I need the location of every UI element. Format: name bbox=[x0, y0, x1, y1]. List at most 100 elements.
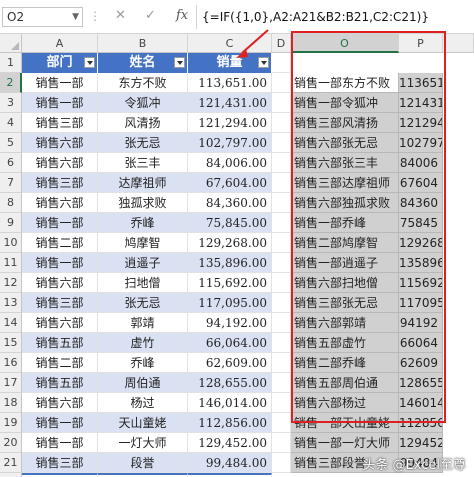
result-key-cell[interactable]: 销售六部张无忌 bbox=[291, 133, 399, 153]
sales-cell[interactable]: 115,692.00 bbox=[188, 273, 272, 293]
empty-cell[interactable] bbox=[272, 373, 291, 393]
result-key-cell[interactable]: 销售一部逍遥子 bbox=[291, 253, 399, 273]
row-header-11[interactable]: 11 bbox=[0, 253, 22, 273]
sales-cell[interactable]: 146,014.00 bbox=[188, 393, 272, 413]
department-cell[interactable]: 销售三部 bbox=[22, 453, 98, 473]
sales-cell[interactable]: 99,484.00 bbox=[188, 453, 272, 473]
result-key-cell[interactable]: 销售一部东方不败 bbox=[291, 73, 399, 93]
result-value-cell[interactable]: 84360 bbox=[399, 193, 443, 213]
row-header-16[interactable]: 16 bbox=[0, 353, 22, 373]
name-cell[interactable]: 段誉 bbox=[98, 453, 188, 473]
spreadsheet-grid[interactable]: ABCDOP1234567891011121314151617181920212… bbox=[0, 34, 474, 477]
result-value-cell[interactable]: 129452 bbox=[399, 433, 443, 453]
table-header-sales[interactable]: 销量 bbox=[188, 53, 272, 73]
result-value-cell[interactable]: 121431 bbox=[399, 93, 443, 113]
empty-cell[interactable] bbox=[272, 113, 291, 133]
name-cell[interactable]: 乔峰 bbox=[98, 213, 188, 233]
empty-cell[interactable] bbox=[272, 53, 291, 73]
result-value-cell[interactable]: 66064 bbox=[399, 333, 443, 353]
empty-cell[interactable] bbox=[272, 353, 291, 373]
sales-cell[interactable]: 84,006.00 bbox=[188, 153, 272, 173]
department-cell[interactable]: 销售一部 bbox=[22, 413, 98, 433]
empty-cell[interactable] bbox=[272, 213, 291, 233]
insert-function-button[interactable]: fx bbox=[176, 8, 188, 23]
sales-cell[interactable]: 84,360.00 bbox=[188, 193, 272, 213]
result-value-cell[interactable]: 113651 bbox=[399, 73, 443, 93]
row-header-2[interactable]: 2 bbox=[0, 73, 22, 93]
result-value-cell[interactable]: 94192 bbox=[399, 313, 443, 333]
department-cell[interactable]: 销售三部 bbox=[22, 173, 98, 193]
sales-cell[interactable]: 112,856.00 bbox=[188, 413, 272, 433]
empty-cell[interactable] bbox=[272, 133, 291, 153]
result-key-cell[interactable]: 销售三部达摩祖师 bbox=[291, 173, 399, 193]
sales-cell[interactable]: 75,845.00 bbox=[188, 213, 272, 233]
department-cell[interactable]: 销售六部 bbox=[22, 393, 98, 413]
row-header-9[interactable]: 9 bbox=[0, 213, 22, 233]
result-key-cell[interactable]: 销售一部令狐冲 bbox=[291, 93, 399, 113]
empty-cell[interactable] bbox=[272, 433, 291, 453]
row-header-12[interactable]: 12 bbox=[0, 273, 22, 293]
name-cell[interactable]: 扫地僧 bbox=[98, 273, 188, 293]
sales-cell[interactable]: 117,095.00 bbox=[188, 293, 272, 313]
sales-cell[interactable]: 135,896.00 bbox=[188, 253, 272, 273]
department-cell[interactable]: 销售二部 bbox=[22, 353, 98, 373]
name-cell[interactable]: 张无忌 bbox=[98, 133, 188, 153]
department-cell[interactable]: 销售一部 bbox=[22, 253, 98, 273]
sales-cell[interactable]: 121,431.00 bbox=[188, 93, 272, 113]
result-key-cell[interactable]: 销售六部扫地僧 bbox=[291, 273, 399, 293]
empty-cell[interactable] bbox=[272, 333, 291, 353]
row-header-20[interactable]: 20 bbox=[0, 433, 22, 453]
result-value-cell[interactable]: 135896 bbox=[399, 253, 443, 273]
result-value-cell[interactable]: 117095 bbox=[399, 293, 443, 313]
sales-cell[interactable]: 62,609.00 bbox=[188, 353, 272, 373]
result-value-cell[interactable]: 75845 bbox=[399, 213, 443, 233]
result-value-cell[interactable]: 112856 bbox=[399, 413, 443, 433]
department-cell[interactable]: 销售六部 bbox=[22, 133, 98, 153]
sales-cell[interactable]: 128,655.00 bbox=[188, 373, 272, 393]
sales-cell[interactable]: 113,651.00 bbox=[188, 73, 272, 93]
sales-cell[interactable]: 121,294.00 bbox=[188, 113, 272, 133]
result-key-cell[interactable]: 销售五部周伯通 bbox=[291, 373, 399, 393]
result-key-cell[interactable]: 销售三部张无忌 bbox=[291, 293, 399, 313]
empty-cell[interactable] bbox=[272, 93, 291, 113]
row-header-13[interactable]: 13 bbox=[0, 293, 22, 313]
empty-cell[interactable] bbox=[272, 153, 291, 173]
name-cell[interactable]: 周伯通 bbox=[98, 373, 188, 393]
select-all-button[interactable] bbox=[0, 34, 22, 53]
filter-dropdown-icon[interactable] bbox=[174, 57, 185, 68]
row-header-7[interactable]: 7 bbox=[0, 173, 22, 193]
column-header-c[interactable]: C bbox=[188, 34, 272, 53]
row-header-3[interactable]: 3 bbox=[0, 93, 22, 113]
result-key-cell[interactable]: 销售六部独孤求败 bbox=[291, 193, 399, 213]
check-icon[interactable]: ✓ bbox=[145, 8, 156, 23]
empty-cell[interactable] bbox=[272, 193, 291, 213]
sales-cell[interactable]: 102,797.00 bbox=[188, 133, 272, 153]
result-key-cell[interactable]: 销售六部郭靖 bbox=[291, 313, 399, 333]
department-cell[interactable]: 销售一部 bbox=[22, 73, 98, 93]
department-cell[interactable]: 销售六部 bbox=[22, 193, 98, 213]
row-header-21[interactable]: 21 bbox=[0, 453, 22, 473]
table-header-name[interactable]: 姓名 bbox=[98, 53, 188, 73]
result-value-cell[interactable]: 121294 bbox=[399, 113, 443, 133]
chevron-down-icon[interactable]: ▼ bbox=[72, 8, 79, 26]
empty-cell[interactable] bbox=[272, 313, 291, 333]
result-value-cell[interactable]: 146014 bbox=[399, 393, 443, 413]
result-key-cell[interactable]: 销售二部鸠摩智 bbox=[291, 233, 399, 253]
row-header-19[interactable]: 19 bbox=[0, 413, 22, 433]
empty-cell[interactable] bbox=[272, 233, 291, 253]
name-cell[interactable]: 一灯大师 bbox=[98, 433, 188, 453]
name-cell[interactable]: 虚竹 bbox=[98, 333, 188, 353]
sales-cell[interactable]: 67,604.00 bbox=[188, 173, 272, 193]
row-header-10[interactable]: 10 bbox=[0, 233, 22, 253]
column-header-a[interactable]: A bbox=[22, 34, 98, 53]
result-value-cell[interactable]: 128655 bbox=[399, 373, 443, 393]
row-header-15[interactable]: 15 bbox=[0, 333, 22, 353]
filter-dropdown-icon[interactable] bbox=[84, 57, 95, 68]
row-header-22[interactable]: 22 bbox=[0, 473, 22, 477]
result-key-cell[interactable]: 销售五部虚竹 bbox=[291, 333, 399, 353]
row-header-5[interactable]: 5 bbox=[0, 133, 22, 153]
filter-dropdown-icon[interactable] bbox=[258, 57, 269, 68]
result-key-cell[interactable]: 销售六部张三丰 bbox=[291, 153, 399, 173]
result-key-cell[interactable]: 销售一部一灯大师 bbox=[291, 433, 399, 453]
column-header-d[interactable]: D bbox=[272, 34, 291, 53]
